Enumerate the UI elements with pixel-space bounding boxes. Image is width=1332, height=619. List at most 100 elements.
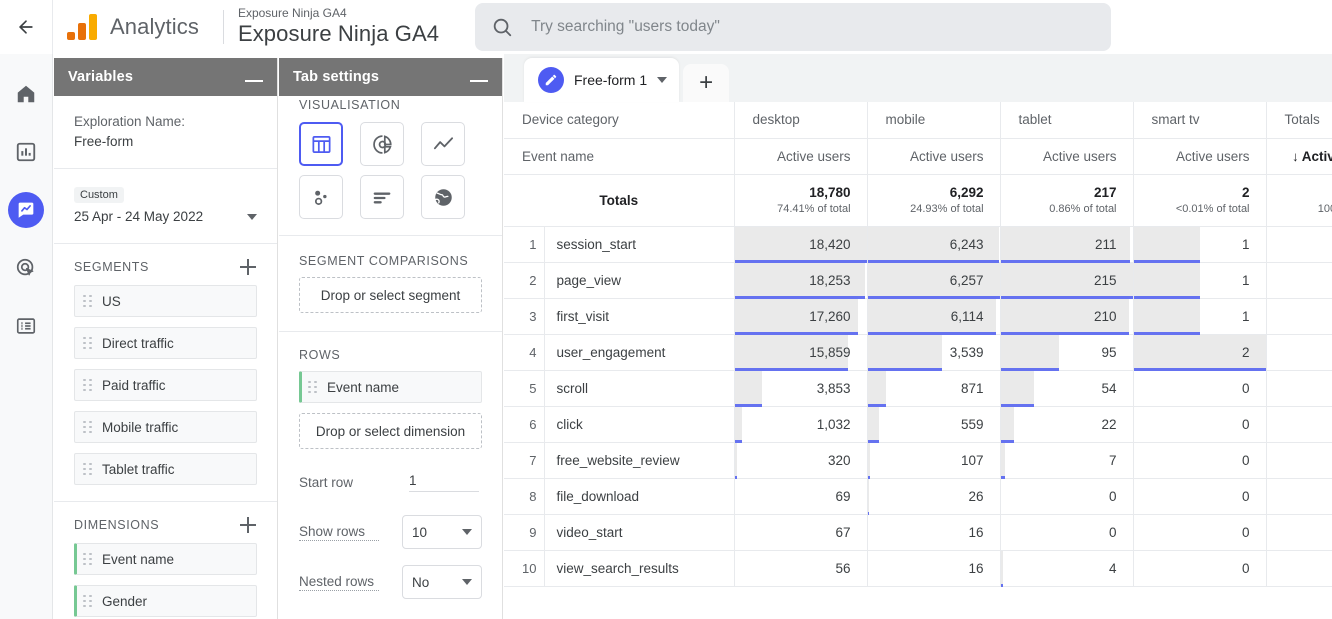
- data-cell-desktop[interactable]: 18,420: [734, 226, 867, 262]
- data-cell-mobile[interactable]: 559: [867, 406, 1000, 442]
- data-cell-tablet[interactable]: 54: [1000, 370, 1133, 406]
- data-cell-desktop[interactable]: 17,260: [734, 298, 867, 334]
- row-event-name[interactable]: click: [544, 406, 734, 442]
- data-cell-desktop[interactable]: 18,253: [734, 262, 867, 298]
- data-cell-desktop[interactable]: 320: [734, 442, 867, 478]
- data-cell-desktop[interactable]: 67: [734, 514, 867, 550]
- data-cell-smart-tv[interactable]: 0: [1133, 406, 1266, 442]
- data-cell-tablet[interactable]: 211: [1000, 226, 1133, 262]
- metric-header-mobile[interactable]: Active users: [867, 138, 1000, 174]
- chevron-down-icon[interactable]: [657, 77, 667, 83]
- data-cell-smart-tv[interactable]: 1: [1133, 226, 1266, 262]
- add-dimension-button[interactable]: [239, 516, 257, 534]
- data-cell-tablet[interactable]: 4: [1000, 550, 1133, 586]
- drag-handle-icon[interactable]: [83, 420, 93, 434]
- metric-header-desktop[interactable]: Active users: [734, 138, 867, 174]
- data-cell-mobile[interactable]: 16: [867, 514, 1000, 550]
- data-cell-mobile[interactable]: 16: [867, 550, 1000, 586]
- table-row[interactable]: 2page_view18,2536,257215124,760: [504, 262, 1332, 298]
- vis-line-chart[interactable]: [421, 122, 465, 166]
- row-dimension-header[interactable]: Event name: [504, 138, 734, 174]
- data-cell-tablet[interactable]: 22: [1000, 406, 1133, 442]
- data-cell-desktop[interactable]: 69: [734, 478, 867, 514]
- data-cell-tablet[interactable]: 0: [1000, 514, 1133, 550]
- segment-dropzone[interactable]: Drop or select segment: [299, 277, 482, 313]
- column-header-mobile[interactable]: mobile: [867, 102, 1000, 138]
- segment-pill-direct-traffic[interactable]: Direct traffic: [74, 327, 257, 359]
- table-row[interactable]: 6click1,0325592201,612: [504, 406, 1332, 442]
- data-cell-tablet[interactable]: 7: [1000, 442, 1133, 478]
- data-cell-smart-tv[interactable]: 0: [1133, 550, 1266, 586]
- data-cell-Totals[interactable]: 83: [1266, 514, 1332, 550]
- table-row[interactable]: 5scroll3,8538715404,771: [504, 370, 1332, 406]
- add-tab-button[interactable]: +: [683, 64, 729, 102]
- table-row[interactable]: 9video_start67160083: [504, 514, 1332, 550]
- show-rows-select[interactable]: 10: [402, 515, 482, 549]
- drag-handle-icon[interactable]: [308, 380, 318, 394]
- data-cell-Totals[interactable]: 95: [1266, 478, 1332, 514]
- data-cell-desktop[interactable]: 56: [734, 550, 867, 586]
- column-header-Totals[interactable]: Totals: [1266, 102, 1332, 138]
- search-input[interactable]: [531, 18, 1095, 36]
- drag-handle-icon[interactable]: [83, 294, 93, 308]
- data-cell-mobile[interactable]: 6,114: [867, 298, 1000, 334]
- vis-donut-chart[interactable]: [360, 122, 404, 166]
- chevron-down-icon[interactable]: [247, 214, 257, 220]
- dimension-pill-event-name[interactable]: Event name: [74, 543, 257, 575]
- data-cell-smart-tv[interactable]: 0: [1133, 514, 1266, 550]
- data-cell-mobile[interactable]: 3,539: [867, 334, 1000, 370]
- data-cell-Totals[interactable]: 24,953: [1266, 226, 1332, 262]
- row-event-name[interactable]: file_download: [544, 478, 734, 514]
- data-cell-smart-tv[interactable]: 1: [1133, 262, 1266, 298]
- vis-bar-chart[interactable]: [360, 175, 404, 219]
- data-cell-tablet[interactable]: 215: [1000, 262, 1133, 298]
- vis-geo-map[interactable]: [421, 175, 465, 219]
- table-row[interactable]: 10view_search_results56164076: [504, 550, 1332, 586]
- row-event-name[interactable]: scroll: [544, 370, 734, 406]
- data-cell-tablet[interactable]: 95: [1000, 334, 1133, 370]
- tab-free-form-1[interactable]: Free-form 1: [524, 58, 679, 102]
- column-header-desktop[interactable]: desktop: [734, 102, 867, 138]
- column-header-tablet[interactable]: tablet: [1000, 102, 1133, 138]
- vis-free-form-table[interactable]: [299, 122, 343, 166]
- data-cell-mobile[interactable]: 6,257: [867, 262, 1000, 298]
- table-row[interactable]: 1session_start18,4206,243211124,953: [504, 226, 1332, 262]
- analytics-logo-group[interactable]: Analytics: [53, 14, 211, 40]
- data-cell-desktop[interactable]: 1,032: [734, 406, 867, 442]
- row-event-name[interactable]: free_website_review: [544, 442, 734, 478]
- data-cell-mobile[interactable]: 26: [867, 478, 1000, 514]
- data-cell-Totals[interactable]: 4,771: [1266, 370, 1332, 406]
- data-cell-desktop[interactable]: 3,853: [734, 370, 867, 406]
- nested-rows-select[interactable]: No: [402, 565, 482, 599]
- data-cell-smart-tv[interactable]: 0: [1133, 442, 1266, 478]
- data-cell-Totals[interactable]: 434: [1266, 442, 1332, 478]
- sidebar-item-home[interactable]: [8, 76, 44, 112]
- data-cell-mobile[interactable]: 871: [867, 370, 1000, 406]
- table-row[interactable]: 4user_engagement15,8593,53995219,591: [504, 334, 1332, 370]
- add-segment-button[interactable]: [239, 258, 257, 276]
- drag-handle-icon[interactable]: [83, 594, 93, 608]
- column-header-smart-tv[interactable]: smart tv: [1133, 102, 1266, 138]
- data-cell-Totals[interactable]: 1,612: [1266, 406, 1332, 442]
- row-event-name[interactable]: user_engagement: [544, 334, 734, 370]
- row-event-name[interactable]: page_view: [544, 262, 734, 298]
- data-cell-mobile[interactable]: 107: [867, 442, 1000, 478]
- rows-dimension-pill[interactable]: Event name: [299, 371, 482, 403]
- tab-settings-collapse-button[interactable]: [470, 80, 488, 82]
- data-cell-Totals[interactable]: 19,591: [1266, 334, 1332, 370]
- table-row[interactable]: 7free_website_review32010770434: [504, 442, 1332, 478]
- row-event-name[interactable]: view_search_results: [544, 550, 734, 586]
- sidebar-item-advertising[interactable]: [8, 250, 44, 286]
- row-event-name[interactable]: video_start: [544, 514, 734, 550]
- vis-scatter-plot[interactable]: [299, 175, 343, 219]
- data-cell-smart-tv[interactable]: 0: [1133, 370, 1266, 406]
- data-cell-Totals[interactable]: 24,760: [1266, 262, 1332, 298]
- data-cell-desktop[interactable]: 15,859: [734, 334, 867, 370]
- metric-header-tablet[interactable]: Active users: [1000, 138, 1133, 174]
- sidebar-item-reports[interactable]: [8, 134, 44, 170]
- data-cell-tablet[interactable]: 0: [1000, 478, 1133, 514]
- row-event-name[interactable]: first_visit: [544, 298, 734, 334]
- data-cell-tablet[interactable]: 210: [1000, 298, 1133, 334]
- date-range-selector[interactable]: Custom 25 Apr - 24 May 2022: [54, 169, 277, 244]
- exploration-name-section[interactable]: Exploration Name: Free-form: [54, 96, 277, 169]
